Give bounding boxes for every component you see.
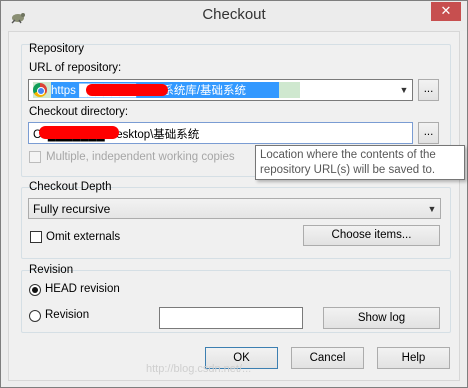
head-revision-label: HEAD revision (45, 283, 120, 295)
watermark: http://blog.csdn.net/... (146, 363, 252, 375)
multiple-copies-label: Multiple, independent working copies (46, 151, 235, 163)
omit-externals-label: Omit externals (46, 231, 121, 243)
depth-selected: Fully recursive (33, 202, 111, 216)
choose-items-button[interactable]: Choose items... (303, 225, 440, 246)
show-log-button[interactable]: Show log (323, 307, 440, 329)
revision-input[interactable] (159, 307, 303, 329)
chevron-down-icon[interactable]: ▼ (396, 80, 412, 100)
chrome-icon (33, 83, 47, 97)
depth-select[interactable]: Fully recursive ▼ (28, 198, 441, 219)
dialog-body: Repository URL of repository: https ████… (8, 31, 460, 381)
revision-group-label: Revision (29, 264, 74, 276)
checkout-dir-input[interactable]: C:\███████ Desktop\基础系统 (28, 122, 413, 144)
depth-group-label: Checkout Depth (29, 181, 112, 193)
window-title: Checkout (202, 6, 266, 23)
redaction-mark (86, 84, 168, 96)
title-bar: Checkout ✕ (1, 1, 467, 31)
chevron-down-icon[interactable]: ▼ (424, 199, 440, 219)
url-combo[interactable]: https ███████ 基础系统库/基础系统 ▼ (28, 79, 413, 101)
checkout-dialog: Checkout ✕ Repository URL of repository:… (0, 0, 468, 388)
checkout-dir-label: Checkout directory: (29, 106, 129, 118)
revision-label: Revision (45, 309, 90, 321)
url-browse-button[interactable]: ... (418, 79, 439, 101)
repository-group-label: Repository (29, 43, 84, 55)
url-label: URL of repository: (29, 62, 122, 74)
multiple-copies-checkbox[interactable] (29, 151, 41, 163)
checkout-dir-browse-button[interactable]: ... (418, 122, 439, 144)
head-revision-radio[interactable] (29, 284, 41, 296)
cancel-button[interactable]: Cancel (291, 347, 364, 369)
omit-externals-checkbox[interactable] (30, 231, 42, 243)
help-button[interactable]: Help (377, 347, 450, 369)
redaction-mark (39, 126, 119, 139)
revision-radio[interactable] (29, 310, 41, 322)
checkout-dir-tooltip: Location where the contents of the repos… (255, 145, 465, 180)
close-icon[interactable]: ✕ (431, 2, 461, 21)
